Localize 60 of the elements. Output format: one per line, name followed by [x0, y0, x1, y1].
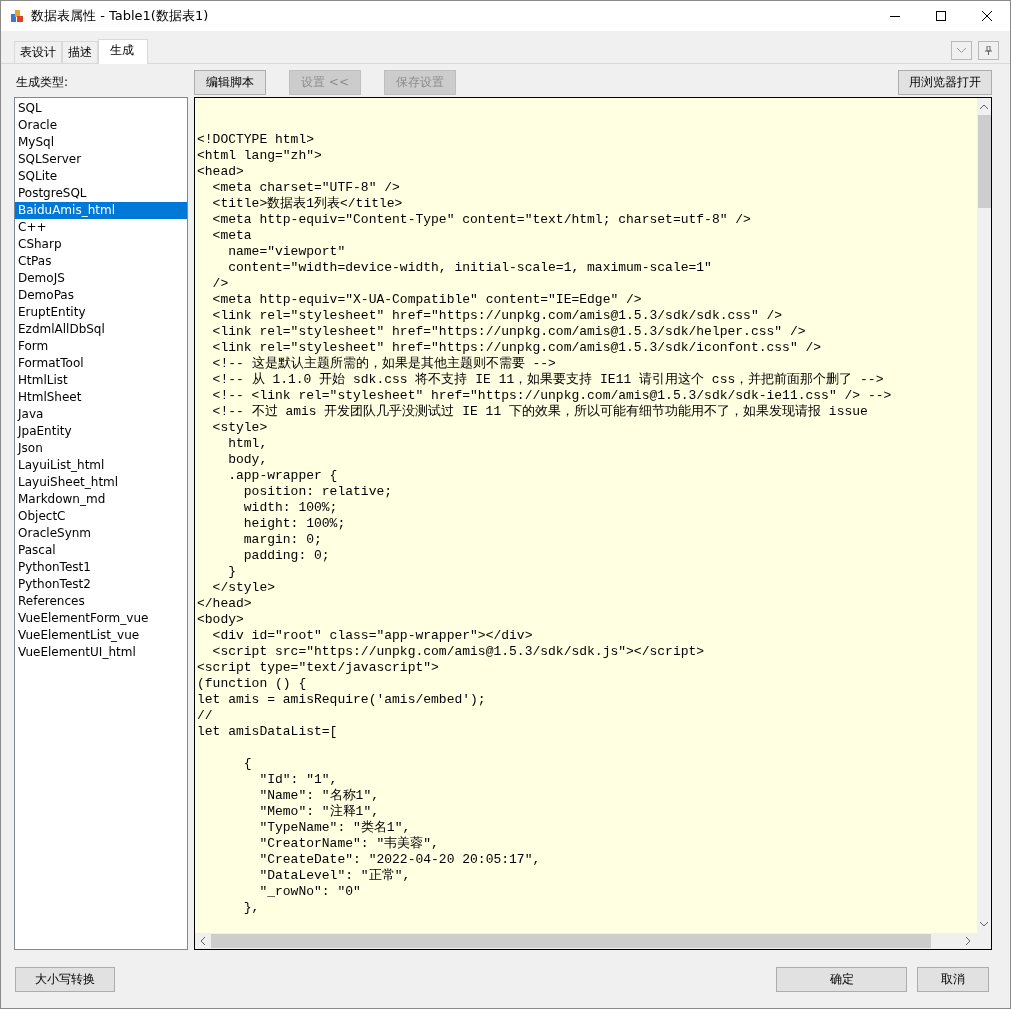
- type-list-item[interactable]: Markdown_md: [15, 491, 187, 508]
- vertical-scrollbar[interactable]: [977, 98, 991, 933]
- type-list-item[interactable]: CtPas: [15, 253, 187, 270]
- type-list-item[interactable]: Oracle: [15, 117, 187, 134]
- minimize-icon: [890, 15, 900, 17]
- chevron-down-icon: [957, 48, 966, 53]
- type-list-item[interactable]: SQL: [15, 100, 187, 117]
- toolbar-button[interactable]: 编辑脚本: [194, 69, 266, 95]
- type-list-item[interactable]: VueElementList_vue: [15, 627, 187, 644]
- type-list-item[interactable]: OracleSynm: [15, 525, 187, 542]
- scroll-right-icon: [966, 937, 971, 945]
- tab[interactable]: 表设计: [14, 41, 62, 63]
- ok-button[interactable]: 确定: [776, 966, 907, 992]
- window-title: 数据表属性 - Table1(数据表1): [31, 7, 210, 25]
- type-list-item[interactable]: PythonTest1: [15, 559, 187, 576]
- close-icon: [982, 11, 992, 21]
- type-list-item[interactable]: Form: [15, 338, 187, 355]
- type-list-item[interactable]: LayuiSheet_html: [15, 474, 187, 491]
- open-browser-button[interactable]: 用浏览器打开: [898, 69, 992, 95]
- type-list-item[interactable]: HtmlList: [15, 372, 187, 389]
- scrollbar-thumb[interactable]: [977, 115, 991, 208]
- pin-icon: [985, 46, 992, 55]
- type-list-item[interactable]: BaiduAmis_html: [15, 202, 187, 219]
- scroll-up-icon: [980, 104, 988, 109]
- type-list-item[interactable]: ObjectC: [15, 508, 187, 525]
- type-list-item[interactable]: FormatTool: [15, 355, 187, 372]
- type-list-item[interactable]: VueElementUI_html: [15, 644, 187, 661]
- type-list-item[interactable]: PostgreSQL: [15, 185, 187, 202]
- type-list-item[interactable]: C++: [15, 219, 187, 236]
- tab[interactable]: 描述: [62, 41, 98, 63]
- app-logo-icon: [10, 9, 24, 23]
- scroll-left-icon: [200, 937, 205, 945]
- type-list-item[interactable]: SQLite: [15, 168, 187, 185]
- type-list-item[interactable]: LayuiList_html: [15, 457, 187, 474]
- type-list-item[interactable]: Pascal: [15, 542, 187, 559]
- scroll-down-icon: [980, 922, 988, 927]
- type-list-item[interactable]: EzdmlAllDbSql: [15, 321, 187, 338]
- type-list-item[interactable]: JpaEntity: [15, 423, 187, 440]
- type-list-item[interactable]: EruptEntity: [15, 304, 187, 321]
- type-list-item[interactable]: VueElementForm_vue: [15, 610, 187, 627]
- cancel-button[interactable]: 取消: [917, 966, 989, 992]
- type-list-item[interactable]: DemoPas: [15, 287, 187, 304]
- maximize-icon: [936, 11, 946, 21]
- horizontal-scrollbar[interactable]: [195, 933, 977, 949]
- dropdown-button[interactable]: [951, 41, 972, 60]
- tab[interactable]: 生成: [98, 39, 148, 64]
- code-text: <!DOCTYPE html> <html lang="zh"> <head> <meta charset="UTF-8" /> <title>数据表1列表</title> <meta http-equiv="Content-Type" content="text/html; charset=utf-8" /> <meta name="viewport" content="width=device-width, initial-scale=1, maximum-scale=1" /> <meta http-equiv="X-UA-Compatible" content="IE=Edge" /> <link rel="stylesheet" href="https://unpkg.com/amis@1.5.3/sdk/sdk.css" /> <link rel="stylesheet" href="https://unpkg.com/amis@1.5.3/sdk/helper.css" /> <link rel="stylesheet" href="https://unpkg.com/amis@1.5.3/sdk/iconfont.css" /> <!-- 这是默认主题所需的，如果是其他主题则不需要 --> <!-- 从 1.1.0 开始 sdk.css 将不支持 IE 11，如果要支持 IE11 请引用这个 css，并把前面那个删了 --> <!-- <link rel="stylesheet" href="https://unpkg.com/amis@1.5.3/sdk/sdk-ie11.css" /> --> <!-- 不过 amis 开发团队几乎没测试过 IE 11 下的效果，所以可能有细节功能用不了，如果发现请报 issue <style> html, body, .app-wrapper { position: relative; width: 100%; height: 100%; margin: 0; padding: 0; } </style> </head> <body> <div id="root" class="app-wrapper"></div> <script src="https://unpkg.com/amis@1.5.3/sdk/sdk.js"></script> <script type="text/javascript"> (function () { let amis = amisRequire('amis/embed'); // let amisDataList=[ { "Id": "1", "Name": "名称1", "Memo": "注释1", "TypeName": "类名1", "CreatorName": "韦美蓉", "CreateDate": "2022-04-20 20:05:17", "DataLevel": "正常", "_rowNo": "0" },: [196, 131, 893, 917]
- type-list-item[interactable]: CSharp: [15, 236, 187, 253]
- type-list-item[interactable]: Java: [15, 406, 187, 423]
- type-list-item[interactable]: Json: [15, 440, 187, 457]
- type-list-item[interactable]: DemoJS: [15, 270, 187, 287]
- type-list-item[interactable]: MySql: [15, 134, 187, 151]
- case-convert-button[interactable]: 大小写转换: [15, 966, 115, 992]
- scrollbar-thumb[interactable]: [211, 934, 931, 948]
- generate-type-label: 生成类型:: [15, 73, 70, 91]
- pin-button[interactable]: [978, 41, 999, 60]
- type-list-item[interactable]: References: [15, 593, 187, 610]
- type-list-item[interactable]: SQLServer: [15, 151, 187, 168]
- type-list-item[interactable]: HtmlSheet: [15, 389, 187, 406]
- type-list-item[interactable]: PythonTest2: [15, 576, 187, 593]
